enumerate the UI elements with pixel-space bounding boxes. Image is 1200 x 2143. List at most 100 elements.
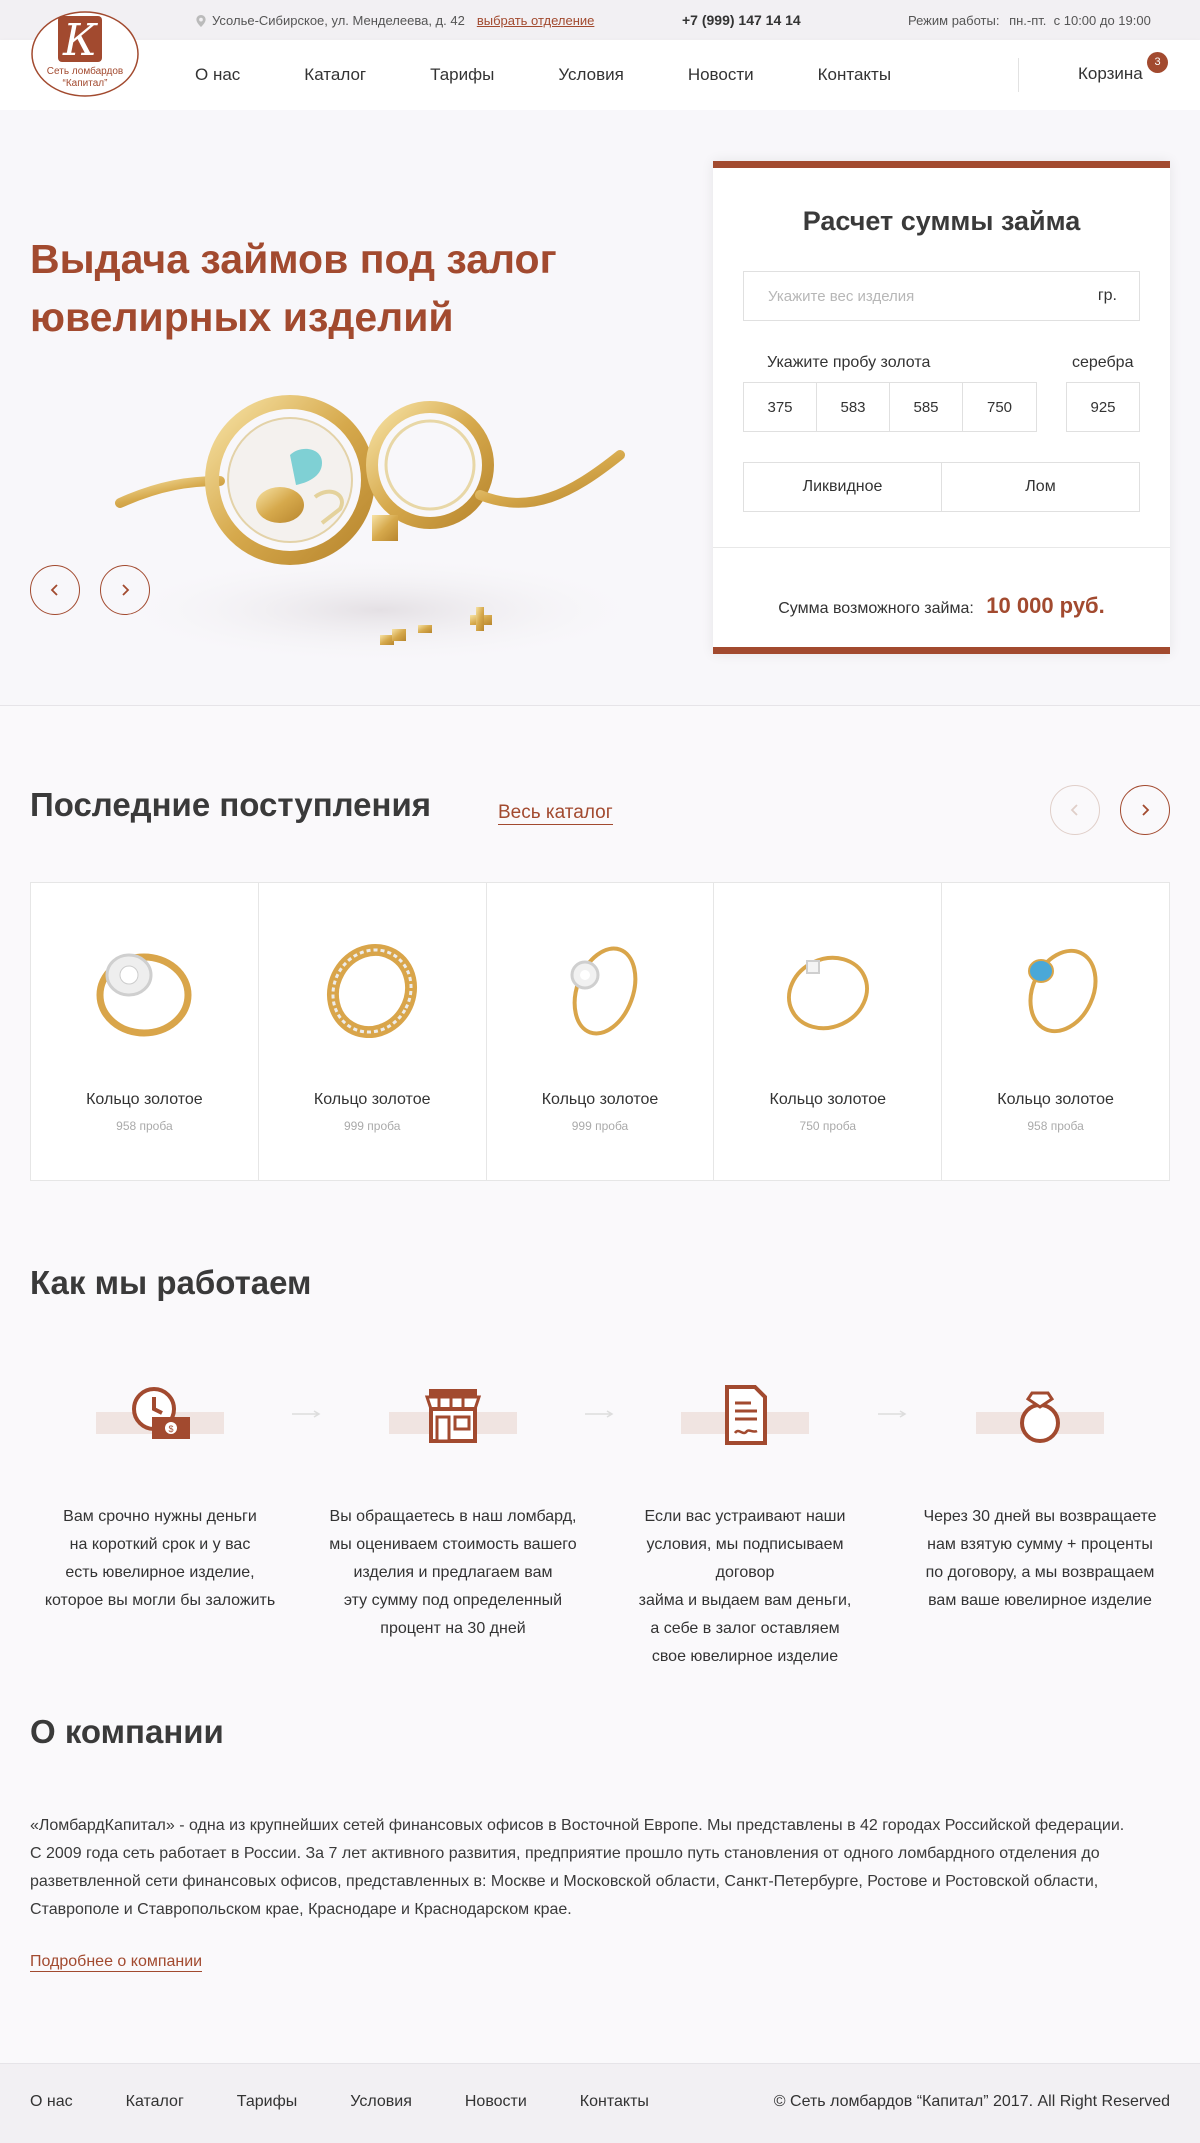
ring-solitaire-image (786, 955, 869, 1031)
gold-probe-750[interactable]: 750 (963, 383, 1036, 431)
nav-divider (1018, 58, 1019, 92)
logo-line1: Сеть ломбардов (47, 65, 123, 77)
product-name: Кольцо золотое (997, 1091, 1114, 1108)
ring-diamond-cluster-image (96, 953, 192, 1037)
item-type-group: Ликвидное Лом (743, 462, 1140, 512)
top-bar: Усолье-Сибирское, ул. Менделеева, д. 42 … (0, 0, 1200, 40)
chevron-left-icon (50, 584, 58, 596)
chevron-left-icon (1070, 804, 1078, 816)
all-catalog-link[interactable]: Весь каталог (498, 802, 613, 825)
silver-probe-925[interactable]: 925 (1066, 382, 1140, 432)
hero-prev-button[interactable] (30, 565, 80, 615)
about-text: «ЛомбардКапитал» - одна из крупнейших се… (30, 1817, 1125, 1918)
product-card[interactable]: Кольцо золотое 999 проба (259, 883, 487, 1180)
product-name: Кольцо золотое (769, 1091, 887, 1108)
hero-next-button[interactable] (100, 565, 150, 615)
nav-item-contacts[interactable]: Контакты (818, 65, 891, 85)
sum-value: 10 000 руб. (986, 593, 1105, 618)
gold-probe-585[interactable]: 585 (890, 383, 963, 431)
nav-item-tariffs[interactable]: Тарифы (430, 65, 494, 85)
nav-item-news[interactable]: Новости (688, 65, 754, 85)
hours-label: Режим работы: (908, 13, 1000, 28)
product-card[interactable]: Кольцо золотое 750 проба (714, 883, 943, 1180)
clock-money-icon: $ (132, 1387, 190, 1439)
step-text: Если вас устраивают наши условия, мы под… (638, 1508, 852, 1665)
product-card[interactable]: Кольцо золотое 958 проба (31, 883, 259, 1180)
logo-line2: “Капитал” (63, 78, 108, 89)
product-probe: 750 проба (799, 1119, 857, 1133)
hero-jewelry-image (110, 395, 650, 665)
working-hours: Режим работы: пн.-пт. с 10:00 до 19:00 (908, 13, 1151, 28)
ring-flower-image (570, 946, 638, 1036)
footer-item-conditions[interactable]: Условия (350, 2093, 412, 2111)
logo-letter: К (62, 15, 98, 66)
footer-item-catalog[interactable]: Каталог (126, 2093, 184, 2111)
latest-prev-button[interactable] (1050, 785, 1100, 835)
step-4: Через 30 дней вы возвращаете нам взятую … (910, 1375, 1170, 1609)
logo-emblem-icon: К Сеть ломбардов “Капитал” (31, 11, 139, 97)
gold-probe-375[interactable]: 375 (744, 383, 817, 431)
nav-item-conditions[interactable]: Условия (558, 65, 623, 85)
gold-probe-583[interactable]: 583 (817, 383, 890, 431)
about-more-link[interactable]: Подробнее о компании (30, 1953, 203, 1972)
hero-title-line1: Выдача займов под залог (30, 236, 557, 282)
product-cards: Кольцо золотое 958 проба Кольцо золотое … (30, 882, 1170, 1181)
step-1: $ Вам срочно нужны деньги на короткий ср… (30, 1375, 290, 1609)
product-name: Кольцо золотое (313, 1091, 431, 1108)
phone-number[interactable]: +7 (999) 147 14 14 (682, 12, 801, 28)
hero-title: Выдача займов под залог ювелирных издели… (30, 230, 650, 346)
calc-divider (713, 547, 1170, 548)
product-card[interactable]: Кольцо золотое 958 проба (942, 883, 1169, 1180)
how-title: Как мы работаем (30, 1264, 312, 1301)
shop-icon (424, 1389, 482, 1443)
latest-title: Последние поступления (30, 786, 431, 823)
main-nav: О нас Каталог Тарифы Условия Новости Кон… (195, 40, 891, 110)
silver-probe-label: серебра (1072, 354, 1134, 371)
arrow-right-icon (878, 1410, 907, 1418)
address-block: Усолье-Сибирское, ул. Менделеева, д. 42 … (196, 13, 594, 28)
step-3: Если вас устраивают наши условия, мы под… (615, 1375, 875, 1665)
cart-link[interactable]: Корзина (1078, 64, 1143, 84)
calc-sum: Сумма возможного займа: 10 000 руб. (713, 593, 1170, 619)
hours-value: пн.-пт. с 10:00 до 19:00 (1009, 13, 1151, 28)
nav-item-about[interactable]: О нас (195, 65, 240, 85)
ring-topaz-image (1027, 948, 1098, 1034)
type-scrap-button[interactable]: Лом (942, 463, 1139, 511)
footer-copyright: © Сеть ломбардов “Капитал” 2017. All Rig… (773, 2093, 1170, 2110)
weight-input[interactable] (744, 272, 1084, 320)
latest-next-button[interactable] (1120, 785, 1170, 835)
step-text: Вы обращаетесь в наш ломбард, мы оценива… (329, 1508, 577, 1637)
product-probe: 999 проба (343, 1119, 401, 1133)
footer-item-contacts[interactable]: Контакты (580, 2093, 649, 2111)
product-card[interactable]: Кольцо золотое 999 проба (487, 883, 715, 1180)
address-text: Усолье-Сибирское, ул. Менделеева, д. 42 (212, 13, 465, 28)
loan-calculator: Расчет суммы займа гр. Укажите пробу зол… (713, 161, 1170, 654)
hero-title-line2: ювелирных изделий (30, 294, 454, 340)
weight-field[interactable]: гр. (743, 271, 1140, 321)
ring-icon (1020, 1391, 1060, 1443)
how-steps: $ Вам срочно нужны деньги на короткий ср… (30, 1375, 1170, 1665)
type-liquid-button[interactable]: Ликвидное (744, 463, 942, 511)
footer-item-about[interactable]: О нас (30, 2093, 73, 2111)
cart-count-badge: 3 (1147, 52, 1168, 73)
site-logo[interactable]: К Сеть ломбардов “Капитал” (30, 10, 140, 98)
location-pin-icon (196, 14, 206, 27)
product-name: Кольцо золотое (86, 1091, 203, 1108)
weight-unit: гр. (1097, 287, 1117, 304)
footer-nav: О нас Каталог Тарифы Условия Новости Кон… (30, 2093, 649, 2111)
about-title: О компании (30, 1713, 224, 1750)
product-probe: 958 проба (1027, 1119, 1084, 1133)
nav-item-catalog[interactable]: Каталог (304, 65, 366, 85)
calc-title: Расчет суммы займа (802, 206, 1081, 236)
footer-item-news[interactable]: Новости (465, 2093, 527, 2111)
product-name: Кольцо золотое (541, 1091, 659, 1108)
product-probe: 958 проба (116, 1119, 173, 1133)
choose-branch-link[interactable]: выбрать отделение (477, 13, 595, 28)
product-probe: 999 проба (571, 1119, 629, 1133)
contract-icon (725, 1385, 767, 1445)
arrow-right-icon (292, 1410, 321, 1418)
ring-band-image (327, 943, 418, 1039)
chevron-right-icon (122, 584, 130, 596)
step-text: Через 30 дней вы возвращаете нам взятую … (923, 1508, 1157, 1609)
footer-item-tariffs[interactable]: Тарифы (237, 2093, 297, 2111)
